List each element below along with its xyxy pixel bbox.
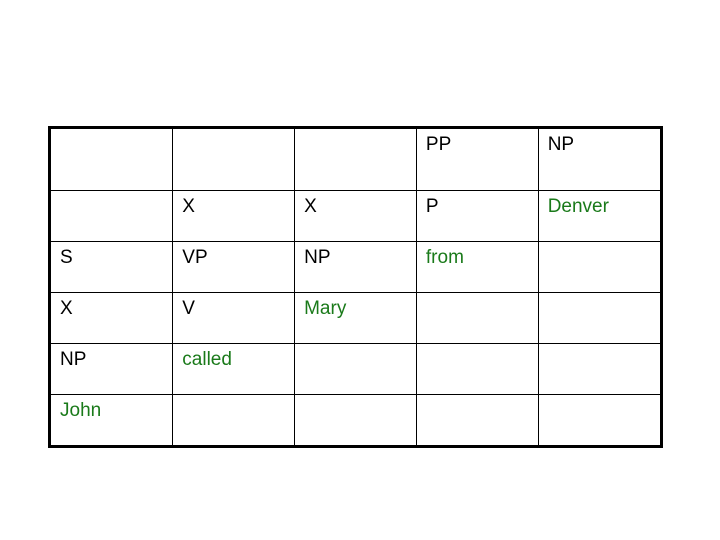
chart-cell-r4c3 — [415, 342, 539, 395]
cell-label: X — [182, 195, 195, 217]
chart-cell-r1c1: X — [172, 189, 296, 242]
chart-cell-r5c1 — [172, 393, 296, 445]
chart-cell-r0c1 — [172, 129, 296, 191]
chart-cell-r2c0: S — [51, 240, 174, 293]
cell-label: V — [182, 297, 195, 319]
chart-cell-r0c3: PP — [415, 129, 539, 191]
chart-cell-r4c0: NP — [51, 342, 174, 395]
parse-chart-table: PP NP X X P Denver S VP NP from X V Mary… — [51, 129, 660, 445]
table-row: PP NP — [51, 129, 660, 191]
chart-cell-r5c4 — [537, 393, 660, 445]
parse-chart-body: PP NP X X P Denver S VP NP from X V Mary… — [51, 129, 660, 445]
cell-label: NP — [304, 246, 331, 268]
cell-label: VP — [182, 246, 208, 268]
chart-cell-r4c1: called — [172, 342, 296, 395]
chart-cell-r2c3: from — [415, 240, 539, 293]
table-row: NP called — [51, 342, 660, 395]
cell-label: S — [60, 246, 73, 268]
chart-cell-r5c2 — [294, 393, 417, 445]
chart-cell-r2c1: VP — [172, 240, 296, 293]
parse-chart-container: PP NP X X P Denver S VP NP from X V Mary… — [48, 126, 663, 448]
chart-cell-r3c2: Mary — [294, 291, 417, 344]
chart-cell-r5c0: John — [51, 393, 174, 445]
chart-cell-r2c2: NP — [294, 240, 417, 293]
slide-canvas: PP NP X X P Denver S VP NP from X V Mary… — [0, 0, 720, 540]
cell-label: P — [425, 195, 439, 217]
chart-cell-r2c4 — [537, 240, 660, 293]
table-row: John — [51, 393, 660, 445]
chart-cell-r1c0 — [51, 189, 174, 242]
table-row: X X P Denver — [51, 189, 660, 242]
chart-cell-r3c0: X — [51, 291, 174, 344]
chart-cell-r0c0 — [51, 129, 174, 191]
cell-label: NP — [60, 348, 87, 370]
chart-cell-r4c2 — [294, 342, 417, 395]
chart-cell-r0c2 — [294, 129, 417, 191]
cell-label: NP — [547, 134, 575, 155]
cell-label: from — [425, 246, 464, 268]
cell-label: PP — [425, 134, 452, 155]
chart-cell-r4c4 — [537, 342, 660, 395]
chart-cell-r3c3 — [415, 291, 539, 344]
cell-label: X — [304, 195, 317, 217]
cell-label: called — [182, 348, 232, 370]
chart-cell-r1c2: X — [294, 189, 417, 242]
table-row: X V Mary — [51, 291, 660, 344]
cell-label: Denver — [547, 195, 609, 217]
chart-cell-r1c3: P — [415, 189, 539, 242]
cell-label: John — [60, 399, 102, 421]
chart-cell-r0c4: NP — [537, 129, 660, 191]
chart-cell-r3c4 — [537, 291, 660, 344]
cell-label: X — [60, 297, 73, 319]
table-row: S VP NP from — [51, 240, 660, 293]
chart-cell-r1c4: Denver — [537, 189, 660, 242]
chart-cell-r5c3 — [415, 393, 539, 445]
cell-label: Mary — [304, 297, 347, 319]
chart-cell-r3c1: V — [172, 291, 296, 344]
